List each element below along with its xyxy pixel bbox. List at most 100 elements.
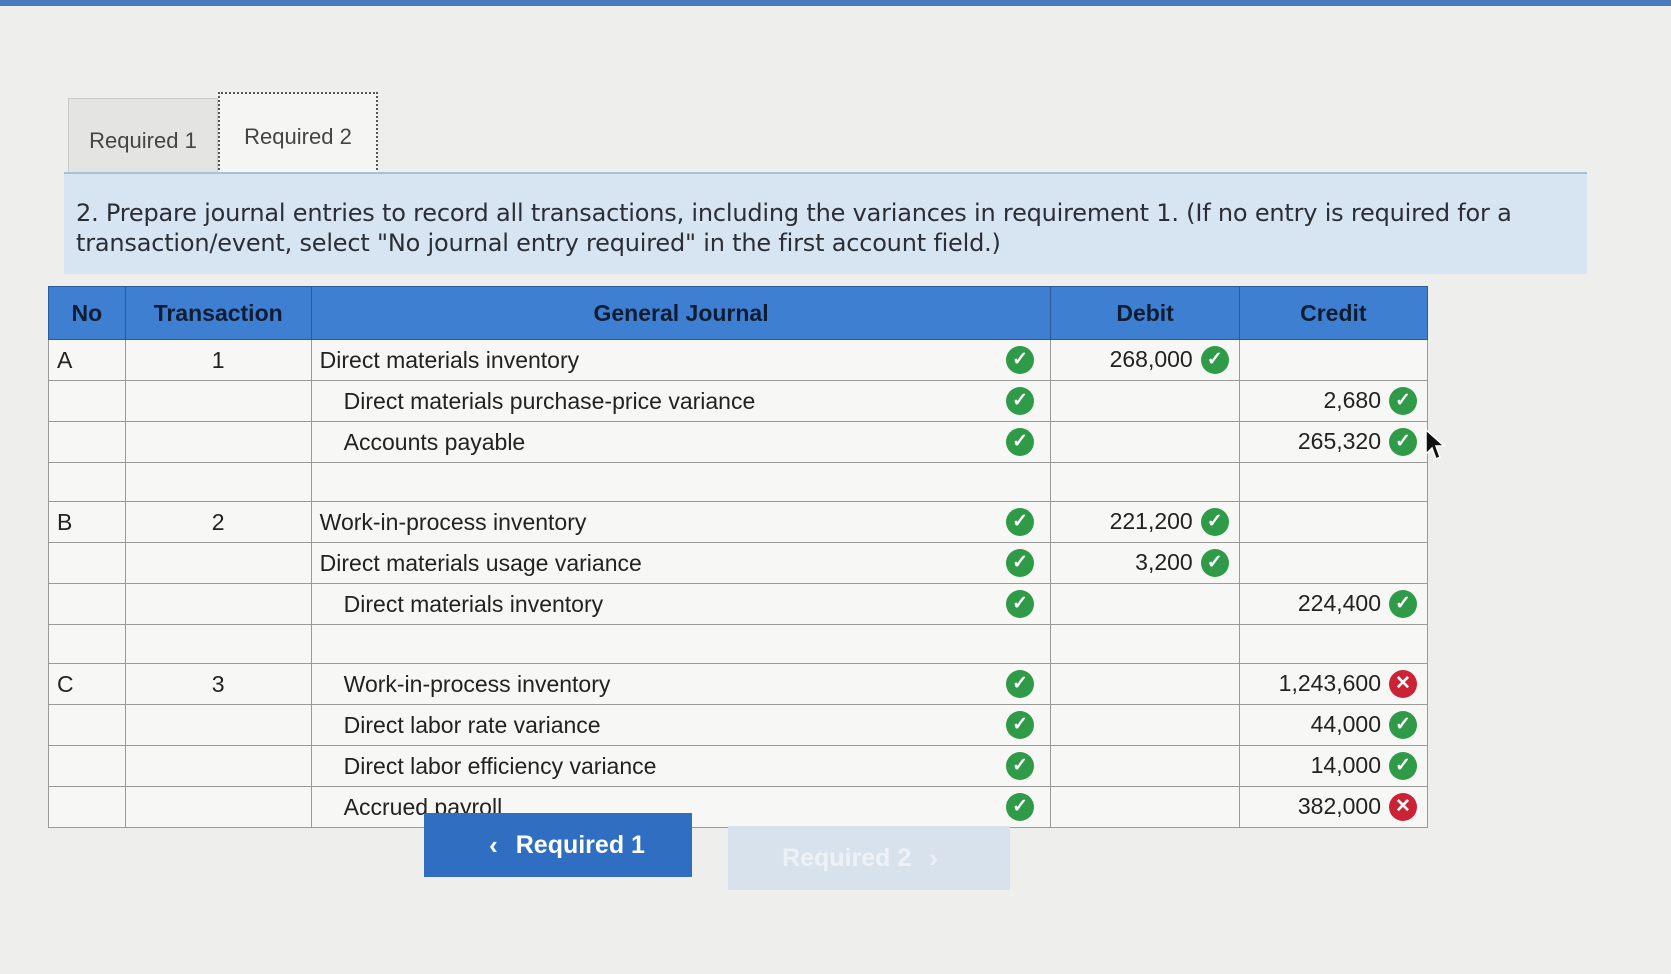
- check-circle-icon: ✓: [1006, 387, 1035, 416]
- account-field[interactable]: [310, 462, 990, 502]
- credit-value: 44,000: [1310, 710, 1381, 737]
- credit-field[interactable]: 44,000 ✓: [1238, 704, 1429, 746]
- blank-cell: [124, 624, 312, 664]
- account-field[interactable]: Direct labor rate variance: [310, 704, 990, 746]
- row-no: [48, 421, 126, 463]
- account-field[interactable]: Accounts payable: [310, 421, 990, 463]
- row-transaction: [124, 786, 312, 828]
- account-field[interactable]: Work-in-process inventory: [310, 663, 990, 705]
- credit-field[interactable]: 224,400 ✓: [1238, 583, 1429, 625]
- debit-field[interactable]: [1050, 583, 1240, 625]
- debit-field[interactable]: [1050, 462, 1240, 502]
- debit-value: 268,000: [1109, 345, 1193, 372]
- credit-value: 14,000: [1310, 751, 1381, 778]
- table-row: B 2 Work-in-process inventory ✓ 221,200 ✓: [48, 501, 1429, 543]
- next-required-2-button[interactable]: Required 2 ›: [728, 826, 1010, 890]
- chevron-right-icon: ›: [929, 842, 938, 873]
- check-circle-icon: ✓: [1389, 428, 1417, 457]
- check-circle-icon: ✓: [1006, 793, 1035, 822]
- credit-field[interactable]: 382,000 ✕: [1238, 786, 1429, 828]
- debit-field[interactable]: 221,200 ✓: [1050, 501, 1240, 543]
- header-debit: Debit: [1050, 286, 1240, 340]
- check-circle-icon: ✓: [1006, 590, 1035, 619]
- check-circle-icon: ✓: [1389, 711, 1417, 740]
- debit-field[interactable]: [1050, 663, 1240, 705]
- tab-required-1[interactable]: Required 1: [68, 98, 218, 182]
- credit-value: 2,680: [1323, 386, 1381, 413]
- account-status: ✓: [989, 380, 1052, 422]
- account-field[interactable]: Direct materials purchase-price variance: [310, 380, 990, 422]
- debit-field[interactable]: [1050, 786, 1240, 828]
- header-no: No: [48, 286, 126, 340]
- check-circle-icon: ✓: [1006, 346, 1035, 375]
- table-row-blank: [48, 462, 1429, 502]
- table-header-row: No Transaction General Journal Debit Cre…: [48, 286, 1429, 340]
- debit-field[interactable]: [1050, 624, 1240, 664]
- row-no: [48, 583, 126, 625]
- row-no: [48, 786, 126, 828]
- table-row: Direct materials usage variance ✓ 3,200 ✓: [48, 542, 1429, 584]
- check-circle-icon: ✓: [1389, 590, 1417, 619]
- mouse-pointer-icon: [1425, 428, 1446, 461]
- debit-field[interactable]: [1050, 745, 1240, 787]
- table-row: Direct labor efficiency variance ✓ 14,00…: [48, 745, 1429, 787]
- debit-field[interactable]: [1050, 704, 1240, 746]
- table-row: C 3 Work-in-process inventory ✓ 1,243,60…: [48, 663, 1429, 705]
- check-circle-icon: ✓: [1006, 752, 1035, 781]
- table-row: Accounts payable ✓ 265,320 ✓: [48, 421, 1429, 463]
- blank-cell: [48, 462, 126, 502]
- account-field[interactable]: Direct labor efficiency variance: [310, 745, 990, 787]
- debit-field[interactable]: [1050, 380, 1240, 422]
- row-no: [48, 542, 126, 584]
- account-status: ✓: [989, 421, 1052, 463]
- row-transaction: [124, 542, 312, 584]
- debit-field[interactable]: 3,200 ✓: [1050, 542, 1240, 584]
- check-circle-icon: ✓: [1200, 346, 1229, 375]
- account-status: ✓: [989, 786, 1052, 828]
- check-circle-icon: ✓: [1006, 508, 1035, 537]
- table-row: Accrued payroll ✓ 382,000 ✕: [48, 786, 1429, 828]
- account-field[interactable]: Direct materials inventory: [310, 339, 990, 381]
- row-no: [48, 745, 126, 787]
- table-row: A 1 Direct materials inventory ✓ 268,000…: [48, 339, 1429, 381]
- credit-field[interactable]: [1238, 462, 1429, 502]
- check-circle-icon: ✓: [1006, 711, 1035, 740]
- credit-field[interactable]: 1,243,600 ✕: [1238, 663, 1429, 705]
- account-status: ✓: [989, 583, 1052, 625]
- debit-value: 221,200: [1109, 507, 1193, 534]
- row-transaction: [124, 380, 312, 422]
- header-credit: Credit: [1238, 286, 1429, 340]
- account-field[interactable]: Work-in-process inventory: [310, 501, 990, 543]
- credit-field[interactable]: 265,320 ✓: [1238, 421, 1429, 463]
- account-field[interactable]: [310, 624, 990, 664]
- row-transaction: [124, 583, 312, 625]
- top-accent-bar: [0, 0, 1671, 6]
- account-field[interactable]: Direct materials inventory: [310, 583, 990, 625]
- journal-entry-table: No Transaction General Journal Debit Cre…: [48, 286, 1429, 828]
- header-transaction: Transaction: [124, 286, 312, 340]
- prev-button-label: Required 1: [515, 830, 645, 859]
- tab-required-2[interactable]: Required 2: [218, 92, 378, 182]
- debit-field[interactable]: 268,000 ✓: [1050, 339, 1240, 381]
- credit-field[interactable]: [1238, 624, 1429, 664]
- credit-field[interactable]: [1238, 501, 1429, 543]
- check-circle-icon: ✓: [1006, 670, 1035, 699]
- credit-field[interactable]: 2,680 ✓: [1238, 380, 1429, 422]
- row-no: [48, 380, 126, 422]
- credit-field[interactable]: [1238, 339, 1429, 381]
- account-field[interactable]: Direct materials usage variance: [310, 542, 990, 584]
- row-transaction: [124, 704, 312, 746]
- credit-field[interactable]: 14,000 ✓: [1238, 745, 1429, 787]
- debit-value: 3,200: [1135, 548, 1193, 575]
- prev-required-1-button[interactable]: ‹ Required 1: [424, 813, 692, 877]
- table-row: Direct materials purchase-price variance…: [48, 380, 1429, 422]
- x-circle-icon: ✕: [1389, 670, 1417, 699]
- next-button-label: Required 2: [782, 843, 912, 872]
- table-row: Direct materials inventory ✓ 224,400 ✓: [48, 583, 1429, 625]
- table-row-blank: [48, 624, 1429, 664]
- check-circle-icon: ✓: [1389, 387, 1417, 416]
- credit-field[interactable]: [1238, 542, 1429, 584]
- debit-field[interactable]: [1050, 421, 1240, 463]
- blank-cell: [48, 624, 126, 664]
- check-circle-icon: ✓: [1389, 752, 1417, 781]
